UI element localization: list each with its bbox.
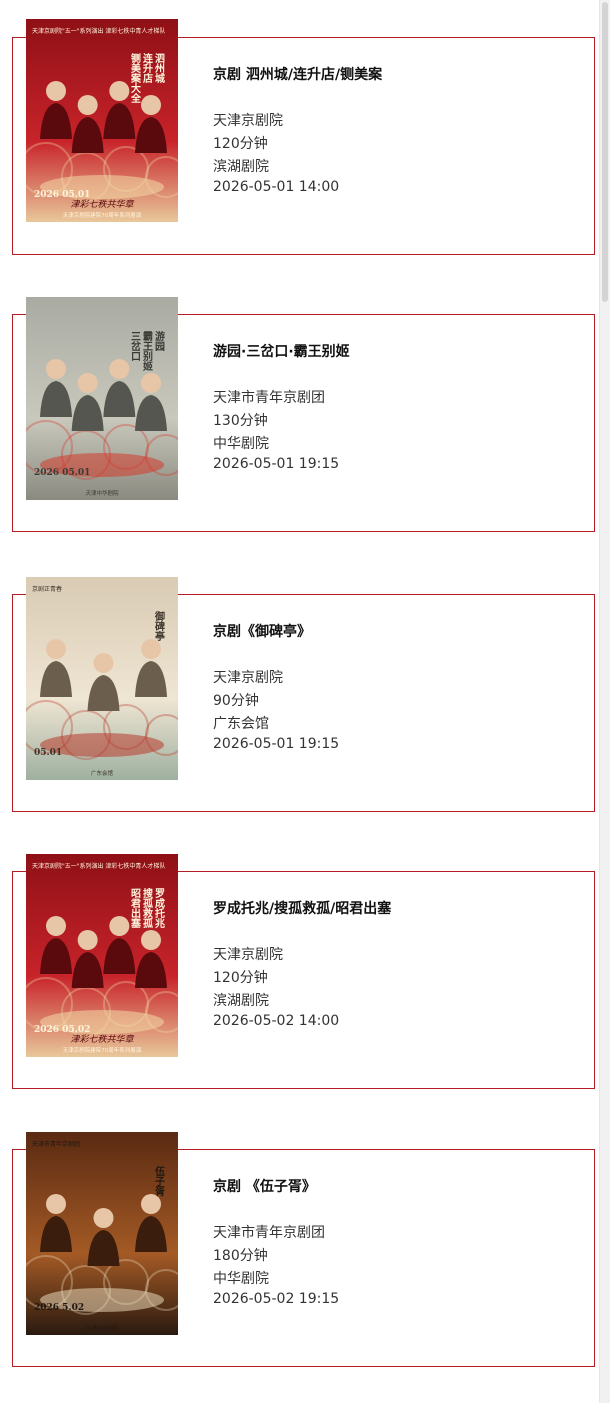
show-duration: 120分钟: [213, 970, 268, 986]
performer-head: [141, 639, 161, 659]
show-troupe: 天津京剧院: [213, 113, 283, 129]
show-venue: 广东会馆: [213, 716, 269, 732]
show-troupe: 天津市青年京剧团: [213, 390, 325, 406]
poster-play-name: 连升店: [141, 52, 153, 84]
poster-play-name: 游园: [153, 330, 165, 352]
performer-head: [141, 95, 161, 115]
show-datetime: 2026-05-02 14:00: [213, 1013, 340, 1029]
poster-artwork: 天津京剧院"五一"系列演出 津彩七秩中青人才梯队罗成托兆搜孤救孤昭君出塞 2026…: [26, 854, 178, 1057]
performer-head: [46, 359, 66, 379]
show-venue: 滨湖剧院: [213, 993, 269, 1009]
show-troupe: 天津市青年京剧团: [213, 1225, 325, 1241]
poster-banner: 津彩七秩共华章: [70, 199, 134, 210]
poster-artwork: 京剧正青春御碑亭05.01广东会馆: [26, 577, 178, 780]
show-title[interactable]: 罗成托兆/搜孤救孤/昭君出塞: [213, 898, 391, 918]
poster-date: 2026 05.02: [34, 1025, 90, 1035]
show-title[interactable]: 京剧 《伍子胥》: [213, 1176, 316, 1196]
show-poster[interactable]: 游园 霸王别姬 三岔口 2026 05.01 天津中华剧院: [26, 297, 178, 500]
performer-head: [141, 373, 161, 393]
performer-head: [93, 653, 114, 673]
poster-date: 2026 05.01: [34, 468, 90, 478]
poster-artwork: 天津京剧院"五一"系列演出 津彩七秩中青人才梯队泗州城连升店铡美案大全2026 …: [26, 19, 178, 222]
poster-footer: 天津中华剧院: [85, 1324, 119, 1332]
poster-heading: 天津京剧院"五一"系列演出 津彩七秩中青人才梯队: [32, 27, 165, 35]
show-title[interactable]: 游园·三岔口·霸王别姬: [213, 341, 350, 361]
performer-head: [109, 916, 130, 936]
show-list-page: 京剧 泗州城/连升店/铡美案 天津京剧院 120分钟 滨湖剧院 2026-05-…: [0, 0, 600, 1403]
poster-heading: 天津京剧院"五一"系列演出 津彩七秩中青人才梯队: [32, 862, 165, 870]
show-duration: 90分钟: [213, 693, 259, 709]
show-datetime: 2026-05-01 19:15: [213, 456, 340, 472]
poster-play-name: 罗成托兆: [153, 888, 165, 929]
performer-head: [77, 373, 98, 393]
poster-artwork: 天津市青年京剧团伍子胥2026 5.02天津中华剧院: [26, 1132, 178, 1335]
poster-play-name: 搜孤救孤: [141, 887, 153, 929]
show-venue: 滨湖剧院: [213, 159, 269, 175]
poster-date: 2026 5.02: [34, 1303, 84, 1313]
show-duration: 130分钟: [213, 413, 268, 429]
poster-heading: 天津市青年京剧团: [32, 1140, 80, 1148]
show-venue: 中华剧院: [213, 436, 269, 452]
show-poster[interactable]: 天津京剧院"五一"系列演出 津彩七秩中青人才梯队罗成托兆 搜孤救孤 昭君出塞 2026…: [26, 854, 178, 1057]
performer-head: [46, 81, 66, 101]
poster-banner: 津彩七秩共华章: [70, 1034, 134, 1045]
performer-head: [77, 930, 98, 950]
performer-head: [141, 930, 161, 950]
performer-head: [141, 1194, 161, 1214]
show-poster[interactable]: 天津市青年京剧团 伍子胥 2026 5.02 天津中华剧院: [26, 1132, 178, 1335]
show-poster[interactable]: 天津京剧院"五一"系列演出 津彩七秩中青人才梯队 泗州城 连升店 铡美案大全 2026 …: [26, 19, 178, 222]
show-datetime: 2026-05-01 14:00: [213, 179, 340, 195]
poster-date: 2026 05.01: [34, 190, 90, 200]
show-title[interactable]: 京剧《御碑亭》: [213, 621, 311, 641]
show-duration: 120分钟: [213, 136, 268, 152]
show-title[interactable]: 京剧 泗州城/连升店/铡美案: [213, 64, 382, 84]
show-datetime: 2026-05-02 19:15: [213, 1291, 340, 1307]
poster-footer: 广东会馆: [91, 769, 114, 777]
show-troupe: 天津京剧院: [213, 670, 283, 686]
page-scrollbar[interactable]: [599, 0, 610, 1403]
performer-head: [109, 359, 130, 379]
performer-head: [46, 1194, 66, 1214]
poster-footer: 天津中华剧院: [85, 489, 119, 497]
poster-artwork: 游园霸王别姬三岔口2026 05.01天津中华剧院: [26, 297, 178, 500]
performer-head: [93, 1208, 114, 1228]
poster-footer: 天津京剧院建院70周年系列展演: [63, 1046, 142, 1054]
show-poster[interactable]: 京剧正青春 御碑亭 05.01 广东会馆: [26, 577, 178, 780]
poster-play-name: 昭君出塞: [129, 888, 141, 928]
show-venue: 中华剧院: [213, 1271, 269, 1287]
scrollbar-thumb[interactable]: [602, 2, 608, 302]
performer-head: [109, 81, 130, 101]
show-datetime: 2026-05-01 19:15: [213, 736, 340, 752]
poster-heading: 京剧正青春: [32, 585, 62, 593]
performer-head: [77, 95, 98, 115]
poster-date: 05.01: [34, 748, 62, 758]
performer-head: [46, 639, 66, 659]
show-troupe: 天津京剧院: [213, 947, 283, 963]
poster-footer: 天津京剧院建院70周年系列展演: [63, 211, 142, 219]
show-duration: 180分钟: [213, 1248, 268, 1264]
performer-head: [46, 916, 66, 936]
